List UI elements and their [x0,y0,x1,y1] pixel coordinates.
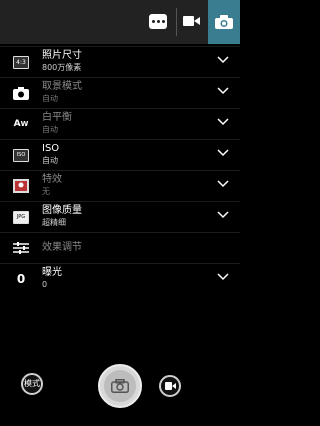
setting-label: 白平衡 [42,112,72,123]
shutter-button[interactable] [98,364,142,408]
video-camera-icon[interactable] [183,15,200,27]
setting-value: 超精细 [42,218,66,227]
camera-shutter-icon [111,379,129,393]
setting-row-photo-size[interactable]: 4:3 照片尺寸 800万像素 [0,46,240,77]
setting-value: 0 [42,280,48,289]
aspect-ratio-icon: 4:3 [12,54,30,70]
more-options-icon[interactable] [149,14,167,29]
setting-value: 自动 [42,94,58,103]
sliders-icon [12,240,30,256]
setting-label: 取景模式 [42,81,82,92]
chevron-down-icon[interactable] [217,211,229,219]
chevron-down-icon[interactable] [217,180,229,188]
camera-icon [215,15,233,29]
color-effect-icon [12,178,30,194]
setting-label: 照片尺寸 [42,50,82,61]
mode-button[interactable]: 模式 [21,373,43,395]
top-toolbar [0,0,240,44]
photo-mode-tab[interactable] [208,0,240,44]
setting-value: 无 [42,187,50,196]
setting-row-effects[interactable]: 特效 无 [0,170,240,201]
chevron-down-icon[interactable] [217,273,229,281]
chevron-down-icon[interactable] [217,149,229,157]
setting-row-iso[interactable]: ISO ISO 自动 [0,139,240,170]
setting-row-exposure[interactable]: 0 曝光 0 [0,263,240,294]
setting-value: 800万像素 [42,63,82,72]
setting-label: 图像质量 [42,205,82,216]
chevron-down-icon[interactable] [217,56,229,64]
setting-value: 自动 [42,125,58,134]
exposure-value-icon: 0 [16,272,26,286]
video-record-icon [164,382,176,390]
setting-row-scene-mode[interactable]: 取景模式 自动 [0,77,240,108]
setting-row-white-balance[interactable]: AW 白平衡 自动 [0,108,240,139]
setting-label: 效果调节 [42,242,82,253]
chevron-down-icon[interactable] [217,118,229,126]
setting-label: ISO [42,143,60,154]
chevron-down-icon[interactable] [217,87,229,95]
white-balance-icon: AW [13,119,29,129]
setting-row-adjustments[interactable]: 效果调节 [0,232,240,263]
toolbar-divider [176,8,177,36]
iso-icon: ISO [12,147,30,163]
setting-label: 特效 [42,174,62,185]
setting-label: 曝光 [42,267,62,278]
camera-scene-icon [12,85,30,101]
video-record-button[interactable] [159,375,181,397]
jpeg-quality-icon: JPG [12,209,30,225]
setting-row-image-quality[interactable]: JPG 图像质量 超精细 [0,201,240,232]
setting-value: 自动 [42,156,58,165]
